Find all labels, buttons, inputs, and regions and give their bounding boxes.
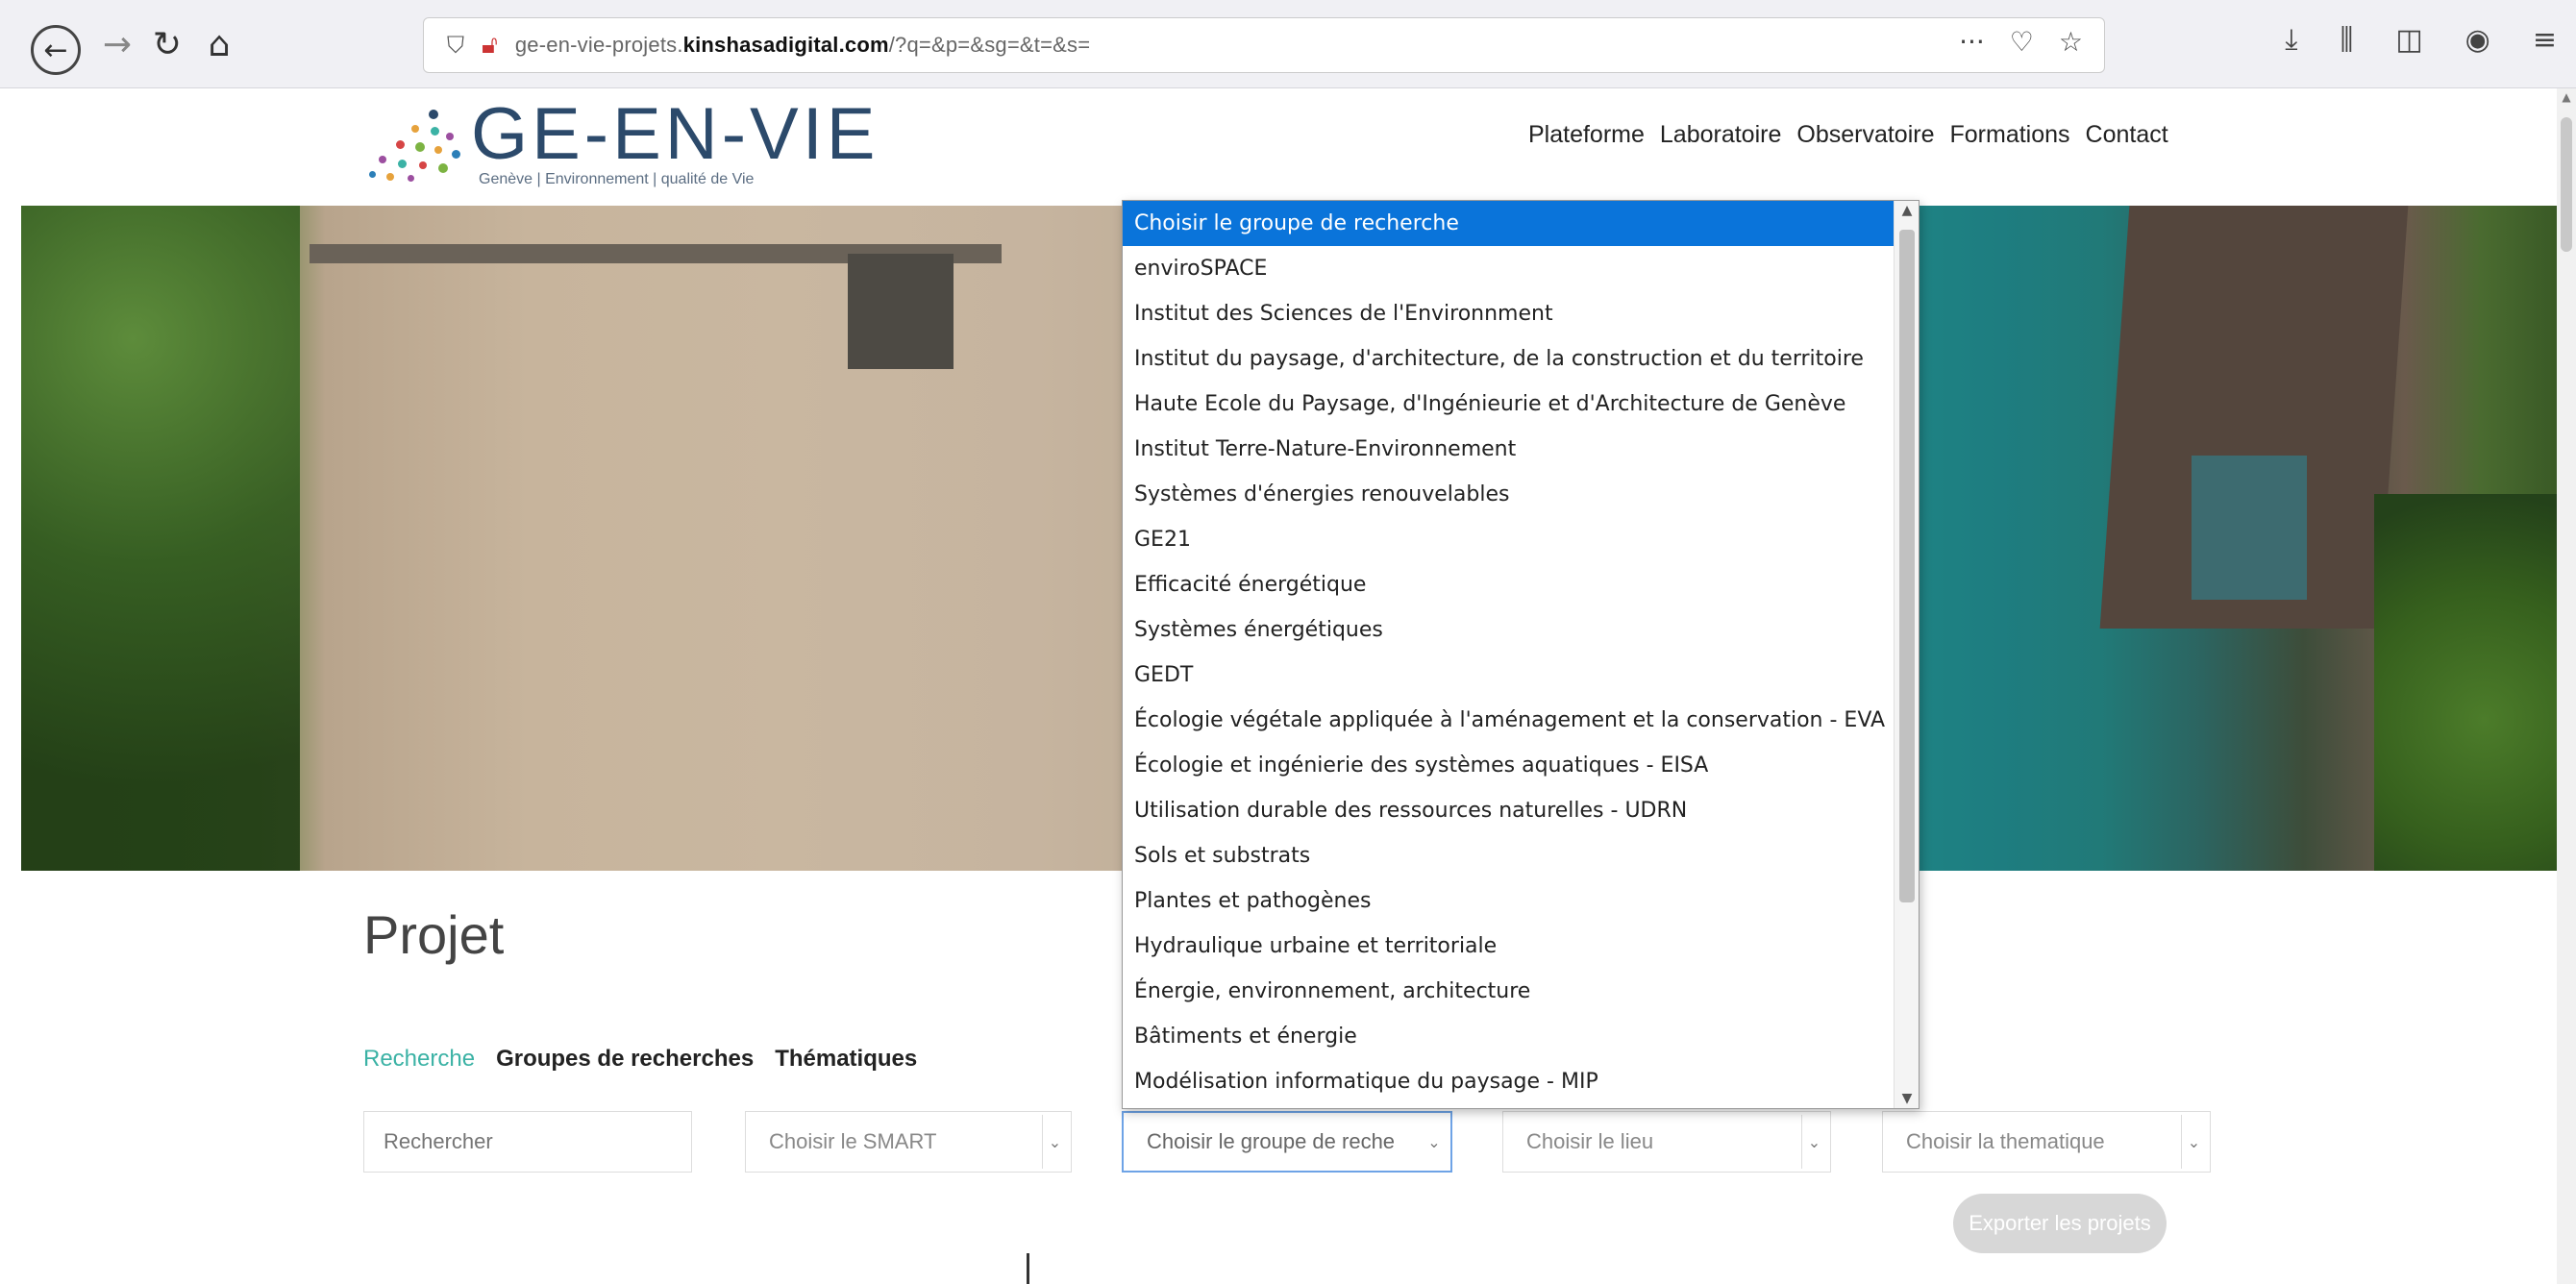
dropdown-option[interactable]: Bâtiments et énergie	[1123, 1014, 1919, 1059]
nav-observatoire[interactable]: Observatoire	[1796, 121, 1934, 149]
url-text[interactable]: ge-en-vie-projets.kinshasadigital.com/?q…	[515, 33, 1090, 58]
page-scrollbar[interactable]: ▲	[2557, 88, 2576, 1284]
dropdown-option[interactable]: Institut des Sciences de l'Environnment	[1123, 291, 1919, 336]
site-logo[interactable]: GE-EN-VIE Genève | Environnement | quali…	[369, 93, 879, 187]
main-nav: Plateforme Laboratoire Observatoire Form…	[1528, 121, 2168, 149]
dropdown-option[interactable]: Efficacité énergétique	[1123, 562, 1919, 607]
account-icon[interactable]: ◉	[2465, 23, 2490, 57]
dropdown-option[interactable]: Haute Ecole du Paysage, d'Ingénieurie et…	[1123, 382, 1919, 427]
logo-title: GE-EN-VIE	[471, 93, 879, 175]
page-scroll-thumb[interactable]	[2561, 117, 2572, 252]
dropdown-option[interactable]: Modélisation informatique du paysage - M…	[1123, 1059, 1919, 1104]
logo-dots-icon	[369, 96, 465, 183]
dropdown-option[interactable]: Écologie et ingénierie des systèmes aqua…	[1123, 743, 1919, 788]
tab-recherche[interactable]: Recherche	[363, 1046, 475, 1073]
dropdown-option[interactable]: Plantes et pathogènes	[1123, 878, 1919, 924]
groupe-dropdown-list[interactable]: Choisir le groupe de recherche enviroSPAC…	[1122, 200, 1920, 1109]
dropdown-option[interactable]: Hydraulique urbaine et territoriale	[1123, 924, 1919, 969]
groupe-select[interactable]: Choisir le groupe de reche ⌄	[1122, 1111, 1452, 1173]
dropdown-option[interactable]: Choisir le groupe de recherche	[1123, 201, 1919, 246]
logo-subtitle: Genève | Environnement | qualité de Vie	[479, 171, 755, 187]
dropdown-option[interactable]: GE21	[1123, 517, 1919, 562]
forward-icon[interactable]: →	[94, 21, 140, 67]
chevron-down-icon: ⌄	[1801, 1115, 1826, 1169]
more-icon[interactable]: ···	[1959, 26, 1985, 58]
nav-formations[interactable]: Formations	[1950, 121, 2070, 149]
dropdown-option[interactable]: GEDT	[1123, 653, 1919, 698]
dropdown-option[interactable]: Institut du paysage, d'architecture, de …	[1123, 336, 1919, 382]
browser-toolbar: ← → ↻ ⌂ ⛉ 🔓︎ ge-en-vie-projets.kinshasad…	[0, 0, 2576, 88]
chevron-down-icon: ⌄	[1427, 1132, 1441, 1151]
page-title: Projet	[363, 904, 505, 965]
tab-groupes[interactable]: Groupes de recherches	[496, 1046, 754, 1073]
search-input[interactable]	[363, 1111, 692, 1173]
nav-contact[interactable]: Contact	[2086, 121, 2168, 149]
scroll-down-icon[interactable]: ▼	[1895, 1091, 1920, 1106]
scroll-up-icon[interactable]: ▲	[2557, 90, 2576, 104]
chevron-down-icon: ⌄	[2181, 1115, 2206, 1169]
nav-plateforme[interactable]: Plateforme	[1528, 121, 1645, 149]
download-icon[interactable]: ⤓	[2285, 23, 2297, 57]
menu-icon[interactable]: ≡	[2533, 23, 2557, 57]
home-icon[interactable]: ⌂	[196, 21, 242, 67]
scroll-up-icon[interactable]: ▲	[1895, 203, 1920, 218]
star-icon[interactable]: ☆	[2059, 26, 2083, 58]
insecure-lock-icon[interactable]: 🔓︎	[482, 31, 498, 61]
sidebar-icon[interactable]: ◫	[2395, 23, 2422, 57]
dropdown-option[interactable]: Utilisation durable des ressources natur…	[1123, 788, 1919, 833]
url-bar[interactable]: ⛉ 🔓︎ ge-en-vie-projets.kinshasadigital.c…	[423, 17, 2105, 73]
library-icon[interactable]: ⫼	[2341, 23, 2354, 57]
dropdown-scroll-thumb[interactable]	[1899, 230, 1915, 902]
thematique-select[interactable]: Choisir la thematique ⌄	[1882, 1111, 2211, 1173]
shield-icon[interactable]: ⛉	[447, 32, 464, 59]
pocket-icon[interactable]: ♡	[2010, 26, 2034, 58]
tab-thematiques[interactable]: Thématiques	[775, 1046, 917, 1073]
export-button[interactable]: Exporter les projets	[1953, 1194, 2167, 1253]
tabs: Recherche Groupes de recherches Thématiq…	[363, 1046, 917, 1073]
reload-icon[interactable]: ↻	[144, 21, 190, 67]
dropdown-scrollbar[interactable]: ▲ ▼	[1894, 201, 1919, 1108]
back-icon[interactable]: ←	[31, 25, 81, 75]
text-cursor	[1027, 1253, 1029, 1284]
lieu-select[interactable]: Choisir le lieu ⌄	[1502, 1111, 1831, 1173]
dropdown-option[interactable]: Sols et substrats	[1123, 833, 1919, 878]
smart-select[interactable]: Choisir le SMART ⌄	[745, 1111, 1072, 1173]
nav-laboratoire[interactable]: Laboratoire	[1660, 121, 1781, 149]
chevron-down-icon: ⌄	[1042, 1115, 1067, 1169]
dropdown-option[interactable]: Écologie végétale appliquée à l'aménagem…	[1123, 698, 1919, 743]
filters: Choisir le SMART ⌄ Choisir le groupe de …	[363, 1111, 2286, 1173]
site-header: GE-EN-VIE Genève | Environnement | quali…	[0, 88, 2557, 206]
dropdown-option[interactable]: Systèmes d'énergies renouvelables	[1123, 472, 1919, 517]
dropdown-option[interactable]: Systèmes énergétiques	[1123, 607, 1919, 653]
dropdown-option[interactable]: Institut Terre-Nature-Environnement	[1123, 427, 1919, 472]
dropdown-option[interactable]: enviroSPACE	[1123, 246, 1919, 291]
dropdown-option[interactable]: Énergie, environnement, architecture	[1123, 969, 1919, 1014]
